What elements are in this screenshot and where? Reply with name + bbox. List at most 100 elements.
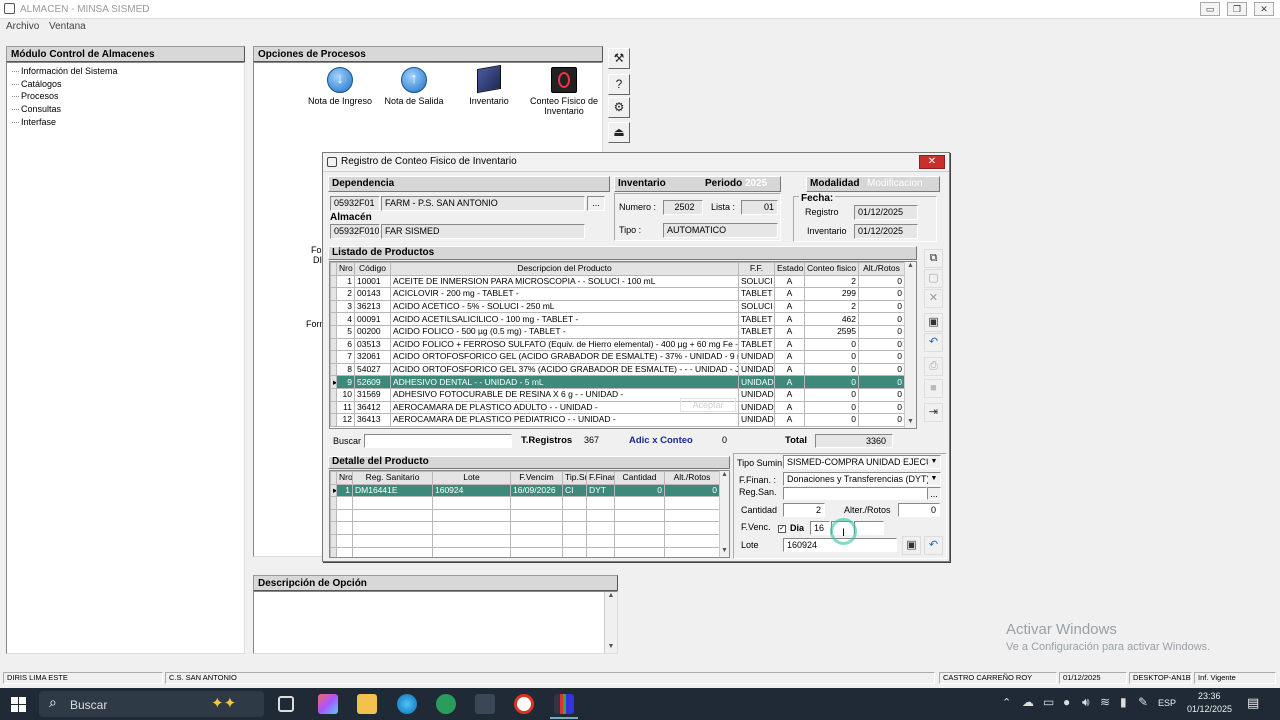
scroll-down-icon[interactable]: ▼	[605, 643, 617, 653]
dia-checkbox[interactable]: ✓	[778, 523, 786, 533]
task-view-icon[interactable]	[278, 696, 294, 712]
tree-item-interfase[interactable]: Interfase	[7, 116, 244, 129]
volume-icon[interactable]: 🔊︎	[1082, 695, 1090, 710]
battery-status-icon[interactable]: ▮	[1120, 695, 1127, 709]
scroll-up-icon[interactable]: ▲	[605, 592, 617, 602]
products-column-header[interactable]: Alt./Rotos	[858, 262, 905, 276]
desc-scrollbar[interactable]: ▲ ▼	[604, 592, 617, 653]
tree-item-info[interactable]: Información del Sistema	[7, 65, 244, 78]
detail-column-header[interactable]: Nro	[336, 471, 353, 485]
products-scrollbar[interactable]: ▲ ▼	[904, 262, 916, 428]
exit-icon[interactable]: ⏏	[608, 122, 630, 143]
copilot-icon[interactable]	[318, 694, 338, 714]
pharmacy-app-icon[interactable]	[514, 694, 534, 714]
detail-column-header[interactable]: Alt./Rotos	[664, 471, 720, 485]
close-window-button[interactable]: ✕	[1254, 2, 1274, 16]
delete-icon[interactable]: ✕	[924, 289, 943, 308]
pen-icon[interactable]: ✎	[1138, 695, 1148, 709]
exit-icon[interactable]: ⇥	[924, 403, 943, 422]
products-column-header[interactable]: Estado	[774, 262, 805, 276]
product-row[interactable]: 10 31569 ADHESIVO FOTOCURABLE DE RESINA X …	[330, 387, 905, 402]
detail-column-header[interactable]: F.Finan	[586, 471, 615, 485]
taskbar-search[interactable]: ⌕ Buscar ✦✦	[39, 691, 264, 717]
detail-column-header[interactable]: Reg. Sanitario	[352, 471, 433, 485]
chevron-down-icon[interactable]: ▼	[928, 456, 940, 468]
menu-archivo[interactable]: Archivo	[6, 21, 39, 32]
products-column-header[interactable]: Nro	[336, 262, 355, 276]
detail-column-header[interactable]: F.Vencim	[510, 471, 563, 485]
upwork-icon[interactable]	[436, 694, 456, 714]
mic-icon[interactable]: ●	[1063, 695, 1070, 709]
battery-icon[interactable]: ▭	[1043, 695, 1054, 709]
undo-detail-icon[interactable]: ↶	[924, 536, 943, 555]
product-row[interactable]: 1 10001 ACEITE DE INMERSION PARA MICROSCOP…	[330, 274, 905, 289]
tools-icon[interactable]: ⚒	[608, 48, 630, 69]
products-column-header[interactable]: Descripcion del Producto	[390, 262, 739, 276]
language-indicator[interactable]: ESP	[1158, 698, 1176, 708]
clock-time[interactable]: 23:36	[1198, 691, 1221, 701]
detail-column-header[interactable]: Tip.Su	[562, 471, 587, 485]
minimize-button[interactable]: ▭	[1200, 2, 1220, 16]
product-row[interactable]: 4 00091 ACIDO ACETILSALICILICO - 100 mg - …	[330, 312, 905, 326]
products-column-header[interactable]: Código	[354, 262, 391, 276]
scroll-down-icon[interactable]: ▼	[720, 547, 729, 557]
chevron-down-icon[interactable]: ▼	[928, 473, 940, 485]
dialog-close-button[interactable]: ✕	[919, 155, 945, 169]
alter-input[interactable]: 0	[898, 503, 940, 517]
app-icon[interactable]	[475, 694, 495, 714]
cloud-icon[interactable]: ☁	[1022, 695, 1034, 709]
new-icon[interactable]: ▢	[924, 269, 943, 288]
scroll-up-icon[interactable]: ▲	[720, 471, 729, 481]
detail-column-header[interactable]: Lote	[432, 471, 511, 485]
copy-icon[interactable]: ⧉	[924, 249, 943, 268]
product-row[interactable]: 2 00143 ACICLOVIR - 200 mg - TABLET - TABLE…	[330, 287, 905, 301]
help-icon[interactable]: ?	[608, 74, 630, 95]
undo-icon[interactable]: ↶	[924, 333, 943, 352]
scroll-down-icon[interactable]: ▼	[905, 418, 916, 428]
option-conteo-fisico[interactable]: Conteo Físico de Inventario	[526, 67, 602, 116]
ffinan-select[interactable]: Donaciones y Transferencias (DYT) ▼	[783, 472, 941, 486]
detail-column-header[interactable]: Cantidad	[614, 471, 665, 485]
dependencia-lookup-button[interactable]: ...	[587, 196, 605, 211]
sismed-app-icon[interactable]	[554, 694, 574, 714]
product-row[interactable]: 7 32061 ACIDO ORTOFOSFORICO GEL (ACIDO GRA…	[330, 350, 905, 364]
chevron-up-icon[interactable]: ⌃	[1002, 696, 1011, 709]
notifications-icon[interactable]: ▤	[1247, 695, 1259, 711]
product-row[interactable]: 5 00200 ACIDO FOLICO - 500 µg (0.5 mg) - T…	[330, 324, 905, 339]
products-grid[interactable]: Nro Código Descripcion del Producto F.F. Est…	[329, 261, 917, 429]
detail-row[interactable]: ▸1DM16441E16092416/09/2026CIDYT00	[330, 483, 720, 498]
users-icon[interactable]: ⚙	[608, 97, 630, 118]
tree-item-catalogos[interactable]: Catálogos	[7, 78, 244, 91]
option-inventario[interactable]: Inventario	[454, 64, 524, 106]
file-explorer-icon[interactable]	[357, 694, 377, 714]
product-row[interactable]: ▸952609ADHESIVO DENTAL - - UNIDAD - 5 mL…	[330, 375, 905, 389]
report-icon[interactable]: ■	[924, 379, 943, 398]
product-row[interactable]: 8 54027 ACIDO ORTOFOSFORICO GEL 37% (ACIDO…	[330, 362, 905, 377]
tree-item-consultas[interactable]: Consultas	[7, 103, 244, 116]
dia-input[interactable]: 16	[810, 521, 830, 535]
save-detail-icon[interactable]: ▣	[902, 536, 921, 555]
menu-ventana[interactable]: Ventana	[49, 21, 86, 32]
clock-date[interactable]: 01/12/2025	[1187, 704, 1232, 714]
product-row[interactable]: 12 36413 AEROCAMARA DE PLASTICO PEDIATRICO…	[330, 413, 905, 427]
wifi-icon[interactable]: ≋	[1100, 695, 1110, 709]
detail-grid[interactable]: NroReg. SanitarioLoteF.VencimTip.SuF.Fin…	[329, 470, 730, 558]
option-nota-salida[interactable]: ↑ Nota de Salida	[378, 67, 450, 106]
product-row[interactable]: 6 03513 ACIDO FOLICO + FERROSO SULFATO (Eq…	[330, 337, 905, 352]
tipo-sumin-select[interactable]: SISMED-COMPRA UNIDAD EJECU ▼	[783, 455, 941, 469]
edge-icon[interactable]	[397, 694, 417, 714]
scroll-up-icon[interactable]: ▲	[905, 262, 916, 272]
print-icon[interactable]: ⎙	[924, 357, 943, 376]
anio-input[interactable]	[854, 521, 884, 535]
windows-start-icon[interactable]	[11, 697, 26, 712]
save-icon[interactable]: ▣	[924, 313, 943, 332]
buscar-input[interactable]	[364, 434, 512, 448]
regsan-lookup-button[interactable]: ...	[927, 487, 941, 500]
products-column-header[interactable]: F.F.	[738, 262, 775, 276]
detail-scrollbar[interactable]: ▲ ▼	[719, 471, 729, 557]
product-row[interactable]: 11 36412 AEROCAMARA DE PLASTICO ADULTO - -…	[330, 400, 905, 415]
product-row[interactable]: 3 36213 ACIDO ACETICO - 5% - SOLUCI - 250 …	[330, 299, 905, 314]
products-column-header[interactable]: Conteo fisico	[804, 262, 859, 276]
cantidad-input[interactable]: 2	[783, 503, 825, 517]
regsan-input[interactable]	[783, 487, 927, 500]
